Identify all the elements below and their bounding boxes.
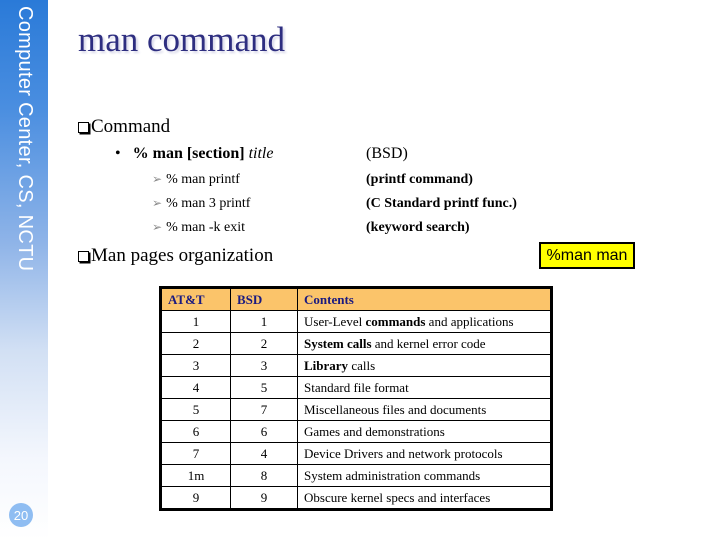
cell-contents: System calls and kernel error code xyxy=(297,332,552,355)
table-row: 6 6 Games and demonstrations xyxy=(160,420,552,443)
syntax-note: (BSD) xyxy=(366,145,408,162)
example-item: ➢% man -k exit xyxy=(152,220,245,236)
cell-contents: Library calls xyxy=(297,354,552,377)
cell-att: 1 xyxy=(160,310,231,333)
page-number-badge: 20 xyxy=(9,503,33,527)
example-item: ➢% man printf xyxy=(152,172,240,188)
syntax-arg: title xyxy=(248,145,274,162)
table-row: 9 9 Obscure kernel specs and interfaces xyxy=(160,486,552,510)
cell-att: 2 xyxy=(160,332,231,355)
cell-bsd: 4 xyxy=(230,442,298,465)
contents-pre: Standard file format xyxy=(304,379,409,395)
cell-att: 5 xyxy=(160,398,231,421)
contents-pre: Games and demonstrations xyxy=(304,423,445,439)
table-row: 1m 8 System administration commands xyxy=(160,464,552,487)
header-bsd: BSD xyxy=(230,287,298,311)
example-item: ➢% man 3 printf xyxy=(152,196,250,212)
sidebar-label: Computer Center, CS, NCTU xyxy=(14,6,36,272)
contents-bold: Library xyxy=(304,357,349,373)
contents-bold: System calls xyxy=(304,335,372,351)
checkbox-bullet-icon xyxy=(78,250,89,262)
cell-bsd: 3 xyxy=(230,354,298,377)
cell-att: 9 xyxy=(160,486,231,510)
cell-contents: Standard file format xyxy=(297,376,552,399)
cell-att: 7 xyxy=(160,442,231,465)
cell-contents: Device Drivers and network protocols xyxy=(297,442,552,465)
header-att: AT&T xyxy=(160,287,231,311)
contents-pre: Device Drivers and network protocols xyxy=(304,445,503,461)
syntax-prefix: % man [section] xyxy=(132,145,249,162)
contents-post: and applications xyxy=(425,313,514,329)
table-header-row: AT&T BSD Contents xyxy=(160,287,552,311)
cell-contents: System administration commands xyxy=(297,464,552,487)
slide-title: man command xyxy=(78,20,286,59)
contents-pre: System administration commands xyxy=(304,467,481,483)
cell-contents: User-Level commands and applications xyxy=(297,310,552,333)
checkbox-bullet-icon xyxy=(78,121,89,133)
cell-bsd: 9 xyxy=(230,486,298,510)
cell-bsd: 5 xyxy=(230,376,298,399)
contents-pre: User-Level xyxy=(304,313,366,329)
example-command: % man 3 printf xyxy=(166,196,251,211)
table-row: 5 7 Miscellaneous files and documents xyxy=(160,398,552,421)
table-row: 2 2 System calls and kernel error code xyxy=(160,332,552,355)
man-man-callout: %man man xyxy=(539,242,635,269)
contents-pre: Miscellaneous files and documents xyxy=(304,401,487,417)
cell-att: 4 xyxy=(160,376,231,399)
arrow-bullet-icon: ➢ xyxy=(152,220,163,234)
section-heading-command: Command xyxy=(78,116,170,138)
example-command: % man printf xyxy=(166,172,240,187)
cell-bsd: 6 xyxy=(230,420,298,443)
table-row: 7 4 Device Drivers and network protocols xyxy=(160,442,552,465)
bullet-dot-icon: • xyxy=(115,145,121,162)
arrow-bullet-icon: ➢ xyxy=(152,172,163,186)
arrow-bullet-icon: ➢ xyxy=(152,196,163,210)
cell-contents: Games and demonstrations xyxy=(297,420,552,443)
contents-bold: commands xyxy=(365,313,426,329)
cell-contents: Miscellaneous files and documents xyxy=(297,398,552,421)
cell-bsd: 8 xyxy=(230,464,298,487)
cell-att: 3 xyxy=(160,354,231,377)
cell-contents: Obscure kernel specs and interfaces xyxy=(297,486,552,510)
example-note: (printf command) xyxy=(366,172,473,187)
contents-post: and kernel error code xyxy=(371,335,486,351)
section-heading-organization: Man pages organization xyxy=(78,245,273,267)
cell-att: 1m xyxy=(160,464,231,487)
header-contents: Contents xyxy=(297,287,552,311)
contents-pre: Obscure kernel specs and interfaces xyxy=(304,489,491,505)
sidebar: Computer Center, CS, NCTU 20 xyxy=(0,0,48,540)
example-note: (C Standard printf func.) xyxy=(366,196,517,211)
cell-bsd: 1 xyxy=(230,310,298,333)
example-note: (keyword search) xyxy=(366,220,470,235)
example-command: % man -k exit xyxy=(166,220,245,235)
cell-bsd: 7 xyxy=(230,398,298,421)
syntax-line: • % man [section] title xyxy=(115,145,273,163)
section-heading-label: Command xyxy=(91,116,171,137)
man-sections-table: AT&T BSD Contents 1 1 User-Level commands … xyxy=(159,286,553,511)
table-row: 1 1 User-Level commands and applications xyxy=(160,310,552,333)
contents-post: calls xyxy=(348,357,376,373)
cell-bsd: 2 xyxy=(230,332,298,355)
table-row: 4 5 Standard file format xyxy=(160,376,552,399)
section-heading-label: Man pages organization xyxy=(91,245,274,266)
table-row: 3 3 Library calls xyxy=(160,354,552,377)
cell-att: 6 xyxy=(160,420,231,443)
